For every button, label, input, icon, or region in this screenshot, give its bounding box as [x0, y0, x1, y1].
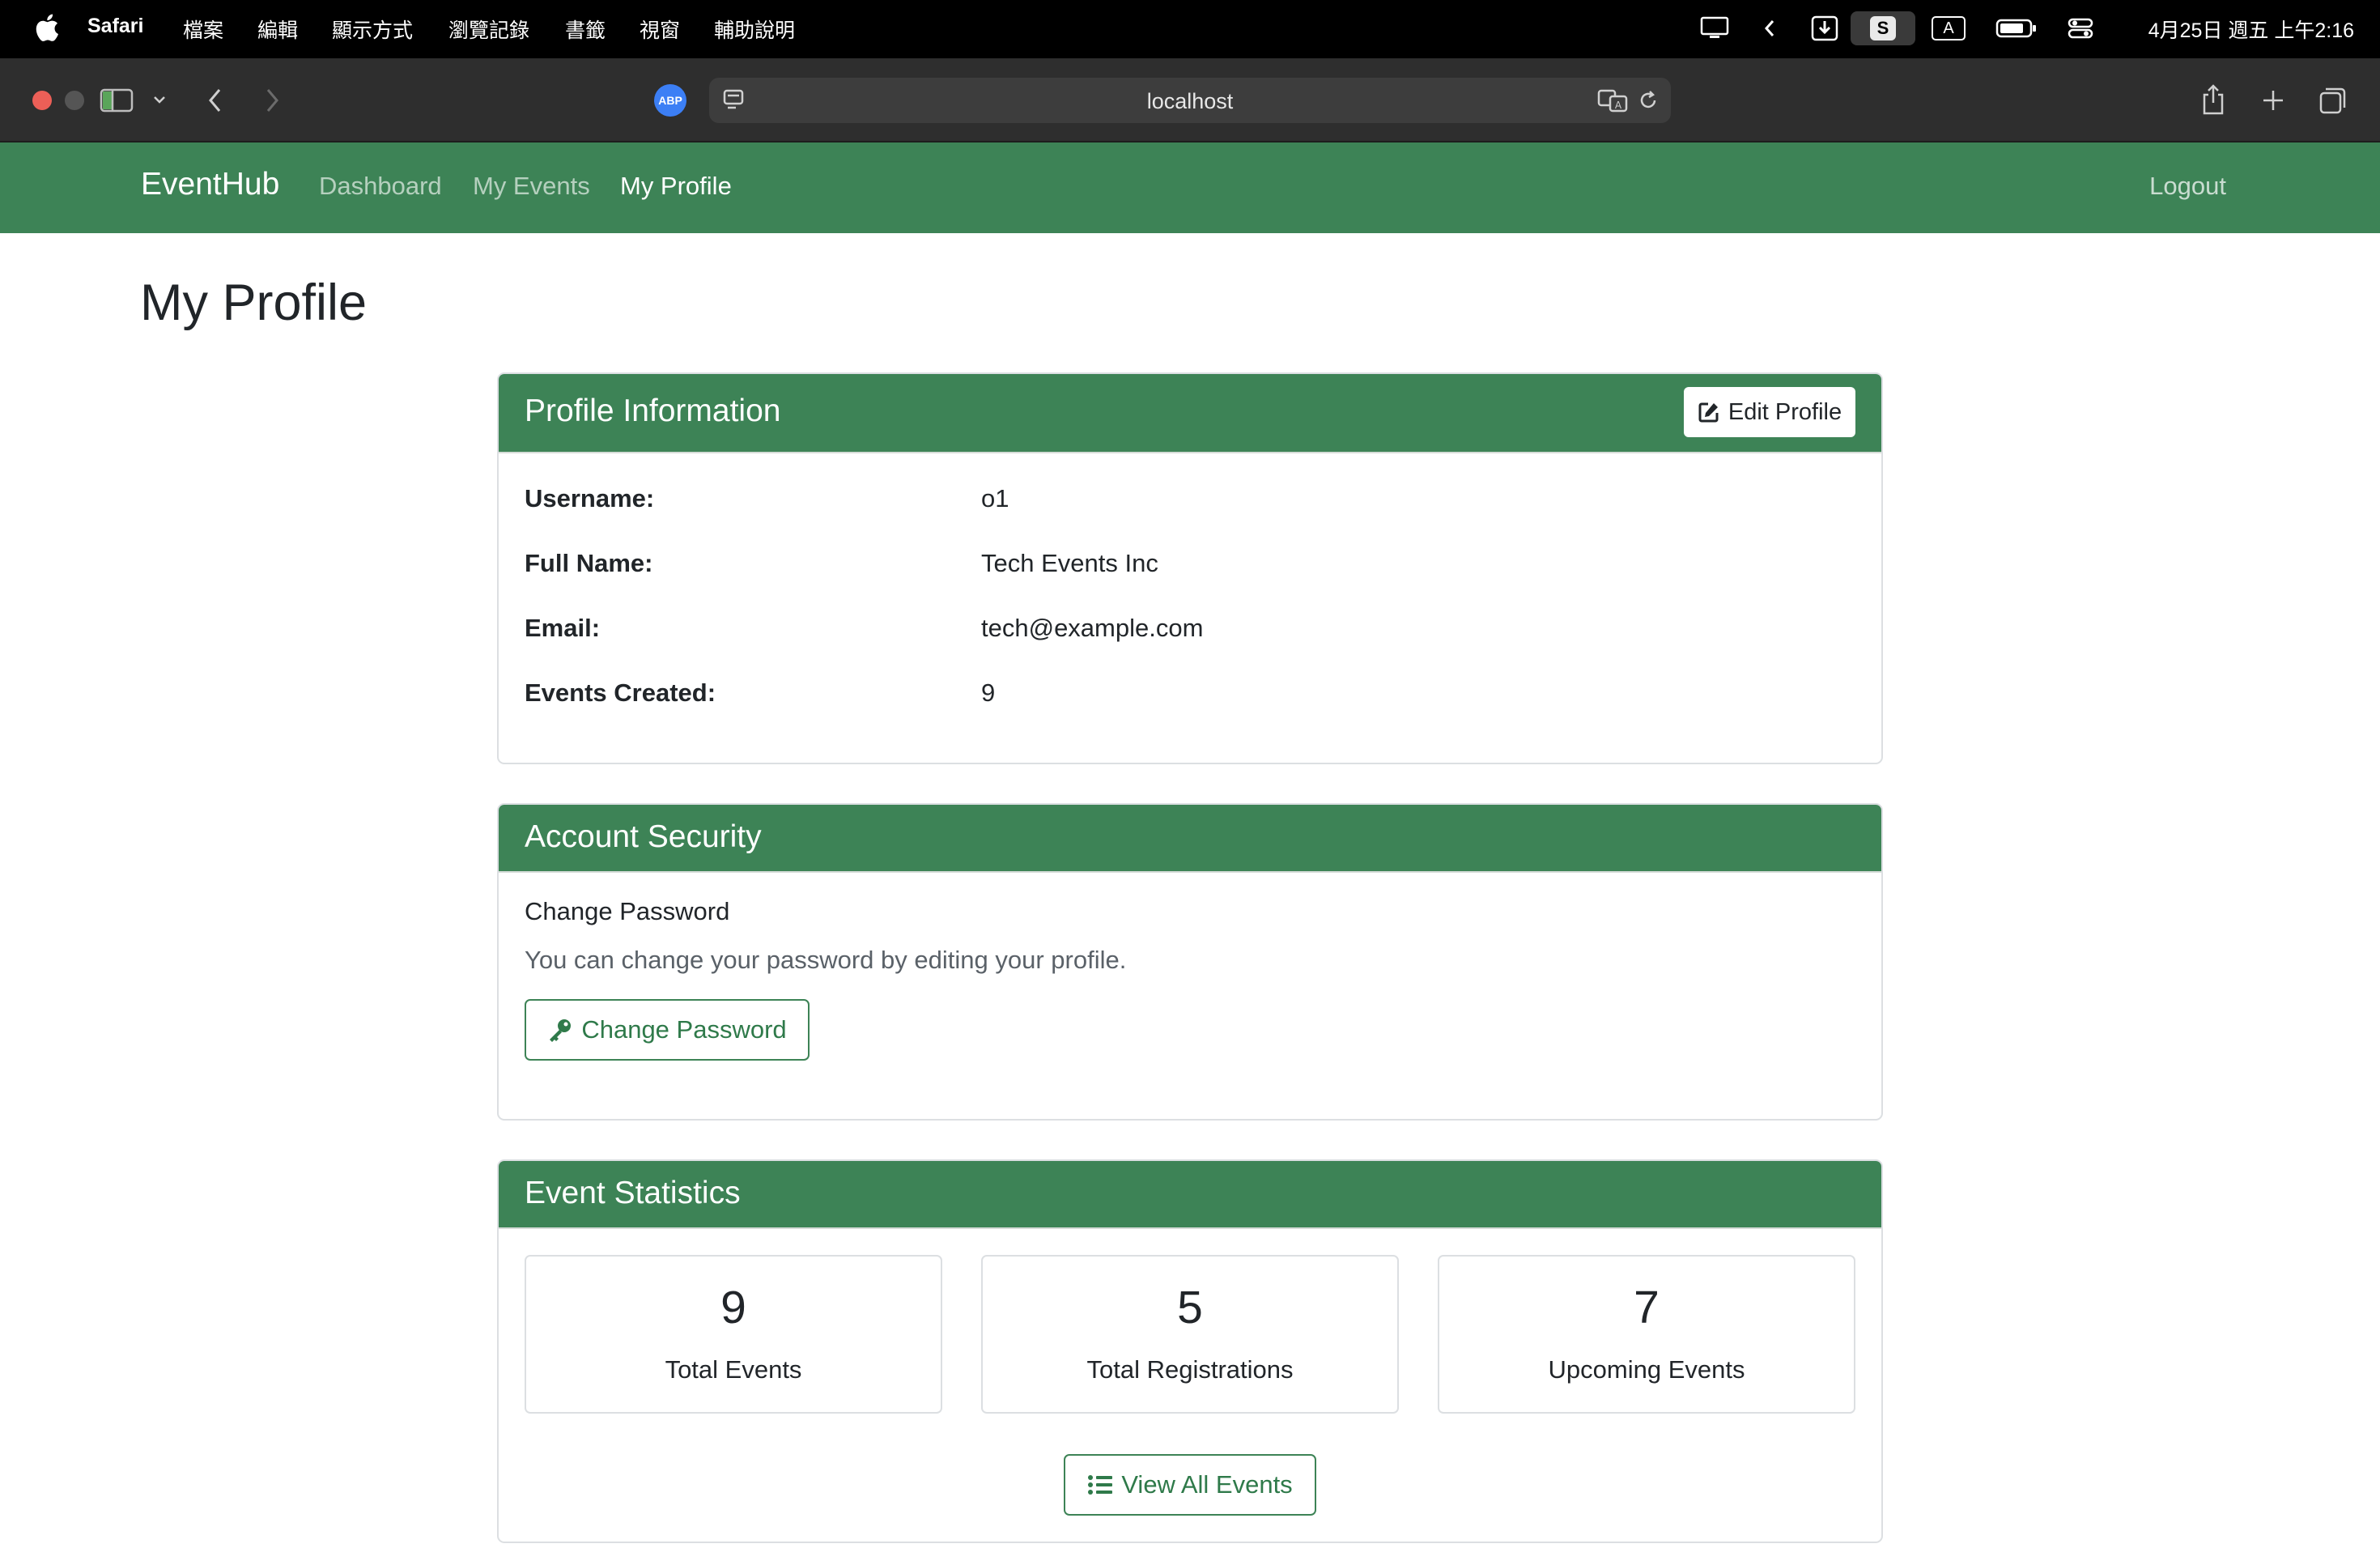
change-password-heading: Change Password: [525, 897, 730, 925]
stats-card-title: Event Statistics: [525, 1176, 741, 1210]
key-icon: [550, 1019, 572, 1042]
download-icon[interactable]: [1808, 11, 1841, 45]
app-navbar: EventHub Dashboard My Events My Profile …: [0, 142, 2380, 233]
battery-icon[interactable]: [1995, 11, 2038, 45]
tab-overview-icon[interactable]: [2317, 84, 2349, 117]
page-title: My Profile: [140, 274, 368, 331]
edit-icon: [1698, 402, 1719, 423]
back-arrow-icon[interactable]: [202, 84, 228, 117]
stats-card-header: Event Statistics: [499, 1161, 1881, 1229]
adblock-plus-icon[interactable]: ABP: [654, 84, 686, 117]
new-tab-icon[interactable]: [2257, 84, 2289, 117]
security-card-title: Account Security: [525, 819, 762, 854]
username-value: o1: [981, 484, 1009, 512]
menu-app-safari[interactable]: Safari: [87, 15, 143, 38]
nav-link-my-events[interactable]: My Events: [473, 172, 590, 201]
menu-edit[interactable]: 編輯: [257, 15, 298, 44]
window-close-button[interactable]: [32, 91, 52, 110]
profile-card-body: Username: o1 Full Name: Tech Events Inc …: [499, 453, 1881, 763]
chevron-left-icon[interactable]: [1762, 11, 1778, 45]
s-extension-icon[interactable]: S: [1851, 11, 1915, 45]
apple-logo-icon[interactable]: [32, 11, 60, 44]
menu-view[interactable]: 顯示方式: [332, 15, 413, 44]
change-password-description: You can change your password by editing …: [525, 946, 1127, 974]
logout-link[interactable]: Logout: [2149, 172, 2226, 201]
address-bar[interactable]: localhost A: [709, 78, 1671, 123]
brand-logo[interactable]: EventHub: [141, 167, 279, 202]
view-all-events-label: View All Events: [1121, 1470, 1293, 1499]
reload-icon[interactable]: [1635, 87, 1661, 113]
svg-text:A: A: [1615, 100, 1622, 111]
nav-link-my-profile[interactable]: My Profile: [620, 172, 732, 201]
menu-file[interactable]: 檔案: [183, 15, 223, 44]
stat-total-registrations-label: Total Registrations: [1086, 1355, 1294, 1384]
change-password-label: Change Password: [581, 1015, 787, 1044]
menu-help[interactable]: 輔助說明: [714, 15, 795, 44]
stat-upcoming-events-label: Upcoming Events: [1548, 1355, 1745, 1384]
window-minimize-button[interactable]: [65, 91, 84, 110]
display-icon[interactable]: [1698, 11, 1731, 45]
stat-total-registrations: 5 Total Registrations: [981, 1255, 1399, 1414]
nav-link-dashboard[interactable]: Dashboard: [319, 172, 442, 201]
profile-information-card: Profile Information Edit Profile Usernam…: [497, 372, 1883, 764]
security-card-header: Account Security: [499, 805, 1881, 873]
events-created-value: 9: [981, 678, 996, 707]
chevron-down-icon[interactable]: [151, 91, 168, 108]
stat-total-events: 9 Total Events: [525, 1255, 942, 1414]
menu-history[interactable]: 瀏覽記錄: [448, 15, 529, 44]
event-statistics-card: Event Statistics 9 Total Events 5 Total …: [497, 1159, 1883, 1543]
view-all-events-button[interactable]: View All Events: [1064, 1454, 1316, 1516]
translate-icon[interactable]: A: [1596, 86, 1629, 115]
stat-total-events-label: Total Events: [665, 1355, 802, 1384]
menu-clock[interactable]: 4月25日 週五 上午2:16: [2148, 15, 2354, 44]
macos-menu-bar: Safari 檔案 編輯 顯示方式 瀏覽記錄 書籤 視窗 輔助說明 S A 4月…: [0, 0, 2380, 58]
list-icon: [1088, 1475, 1113, 1495]
control-center-icon[interactable]: [2066, 11, 2095, 45]
username-label: Username:: [525, 484, 655, 512]
profile-card-title: Profile Information: [525, 393, 781, 428]
email-value: tech@example.com: [981, 614, 1204, 642]
stat-upcoming-events-value: 7: [1634, 1282, 1660, 1333]
security-card-body: Change Password You can change your pass…: [499, 873, 1881, 1119]
profile-card-header: Profile Information Edit Profile: [499, 374, 1881, 453]
stat-total-registrations-value: 5: [1177, 1282, 1203, 1333]
full-name-label: Full Name:: [525, 549, 653, 577]
url-text[interactable]: localhost: [709, 89, 1671, 114]
stat-upcoming-events: 7 Upcoming Events: [1438, 1255, 1855, 1414]
edit-profile-label: Edit Profile: [1728, 398, 1842, 425]
events-created-label: Events Created:: [525, 678, 716, 707]
input-method-icon[interactable]: A: [1930, 11, 1967, 45]
account-security-card: Account Security Change Password You can…: [497, 803, 1883, 1121]
stat-total-events-value: 9: [720, 1282, 746, 1333]
full-name-value: Tech Events Inc: [981, 549, 1158, 577]
email-label: Email:: [525, 614, 601, 642]
sidebar-toggle-icon[interactable]: [97, 84, 136, 117]
menu-window[interactable]: 視窗: [640, 15, 680, 44]
edit-profile-button[interactable]: Edit Profile: [1684, 387, 1855, 437]
menu-bookmarks[interactable]: 書籤: [565, 15, 606, 44]
forward-arrow-icon[interactable]: [259, 84, 285, 117]
change-password-button[interactable]: Change Password: [525, 999, 810, 1061]
share-icon[interactable]: [2197, 81, 2229, 118]
stats-card-body: 9 Total Events 5 Total Registrations 7 U…: [499, 1229, 1881, 1542]
